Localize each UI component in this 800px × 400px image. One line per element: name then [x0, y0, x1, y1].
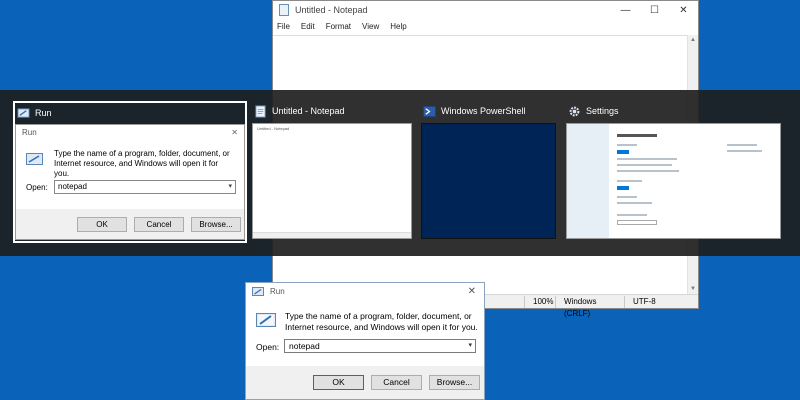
notepad-preview: Untitled - Notepad [252, 123, 412, 239]
scroll-down-icon[interactable]: ▼ [690, 286, 696, 292]
status-zoom: 100% [524, 295, 555, 308]
preview-notepad-title: Untitled - Notepad [257, 125, 290, 131]
switcher-item-powershell[interactable]: Windows PowerShell [421, 101, 558, 243]
switcher-label-notepad: Untitled - Notepad [272, 106, 345, 116]
task-switcher: Run Run ✕ Type the name of a program, fo… [0, 90, 800, 256]
menu-view[interactable]: View [362, 22, 379, 31]
cancel-button[interactable]: Cancel [371, 375, 422, 390]
run-button-bar: OK Cancel Browse... [246, 366, 484, 399]
run-message: Type the name of a program, folder, docu… [285, 311, 478, 332]
switcher-label-run: Run [35, 108, 52, 118]
notepad-title: Untitled - Notepad [295, 5, 368, 15]
run-icon [17, 107, 30, 118]
run-preview: Run ✕ Type the name of a program, folder… [15, 124, 245, 240]
switcher-item-run[interactable]: Run Run ✕ Type the name of a program, fo… [13, 101, 247, 243]
menu-edit[interactable]: Edit [301, 22, 315, 31]
notepad-icon [255, 104, 266, 118]
preview-run-title: Run [22, 127, 37, 137]
run-icon [252, 286, 264, 296]
notepad-menubar: File Edit Format View Help [273, 19, 698, 33]
notepad-titlebar[interactable]: Untitled - Notepad — ☐ ✕ [273, 1, 698, 19]
scroll-up-icon[interactable]: ▲ [690, 37, 696, 43]
chevron-down-icon[interactable]: ▾ [468, 340, 472, 352]
menu-help[interactable]: Help [390, 22, 406, 31]
browse-button[interactable]: Browse... [429, 375, 480, 390]
chevron-down-icon: ▾ [228, 183, 232, 190]
status-encoding: UTF-8 [624, 295, 698, 308]
ok-button[interactable]: OK [313, 375, 364, 390]
preview-notepad-status [253, 232, 411, 238]
preview-run-message: Type the name of a program, folder, docu… [54, 149, 230, 178]
gear-icon [569, 106, 580, 116]
switcher-item-settings[interactable]: Settings [566, 101, 786, 243]
switcher-label-settings: Settings [586, 106, 619, 116]
open-label: Open: [256, 342, 280, 352]
preview-open-value: notepad [58, 182, 87, 191]
open-input-value[interactable]: notepad [289, 341, 320, 351]
menu-file[interactable]: File [277, 22, 290, 31]
preview-ok-button: OK [77, 217, 127, 232]
preview-open-label: Open: [26, 183, 48, 192]
settings-preview-sidebar [567, 124, 609, 238]
close-button[interactable]: ✕ [669, 1, 698, 19]
settings-preview [566, 123, 781, 239]
notepad-icon [279, 4, 289, 16]
powershell-icon [423, 105, 436, 117]
close-icon: ✕ [231, 127, 238, 137]
open-input[interactable]: notepad ▾ [284, 339, 476, 353]
run-close-button[interactable]: ✕ [468, 286, 484, 297]
menu-format[interactable]: Format [326, 22, 351, 31]
minimize-button[interactable]: — [611, 1, 640, 19]
run-title: Run [270, 286, 285, 296]
run-icon [256, 313, 276, 327]
run-dialog[interactable]: Run ✕ Type the name of a program, folder… [245, 282, 485, 400]
switcher-label-powershell: Windows PowerShell [441, 106, 526, 116]
preview-browse-button: Browse... [191, 217, 241, 232]
switcher-item-notepad[interactable]: Untitled - Notepad Untitled - Notepad [252, 101, 414, 243]
status-line-ending: Windows (CRLF) [555, 295, 624, 318]
powershell-preview [421, 123, 556, 239]
run-titlebar[interactable]: Run ✕ [246, 283, 484, 299]
preview-open-field: notepad ▾ [54, 180, 236, 194]
run-icon [26, 153, 43, 165]
preview-cancel-button: Cancel [134, 217, 184, 232]
maximize-button[interactable]: ☐ [640, 1, 669, 19]
